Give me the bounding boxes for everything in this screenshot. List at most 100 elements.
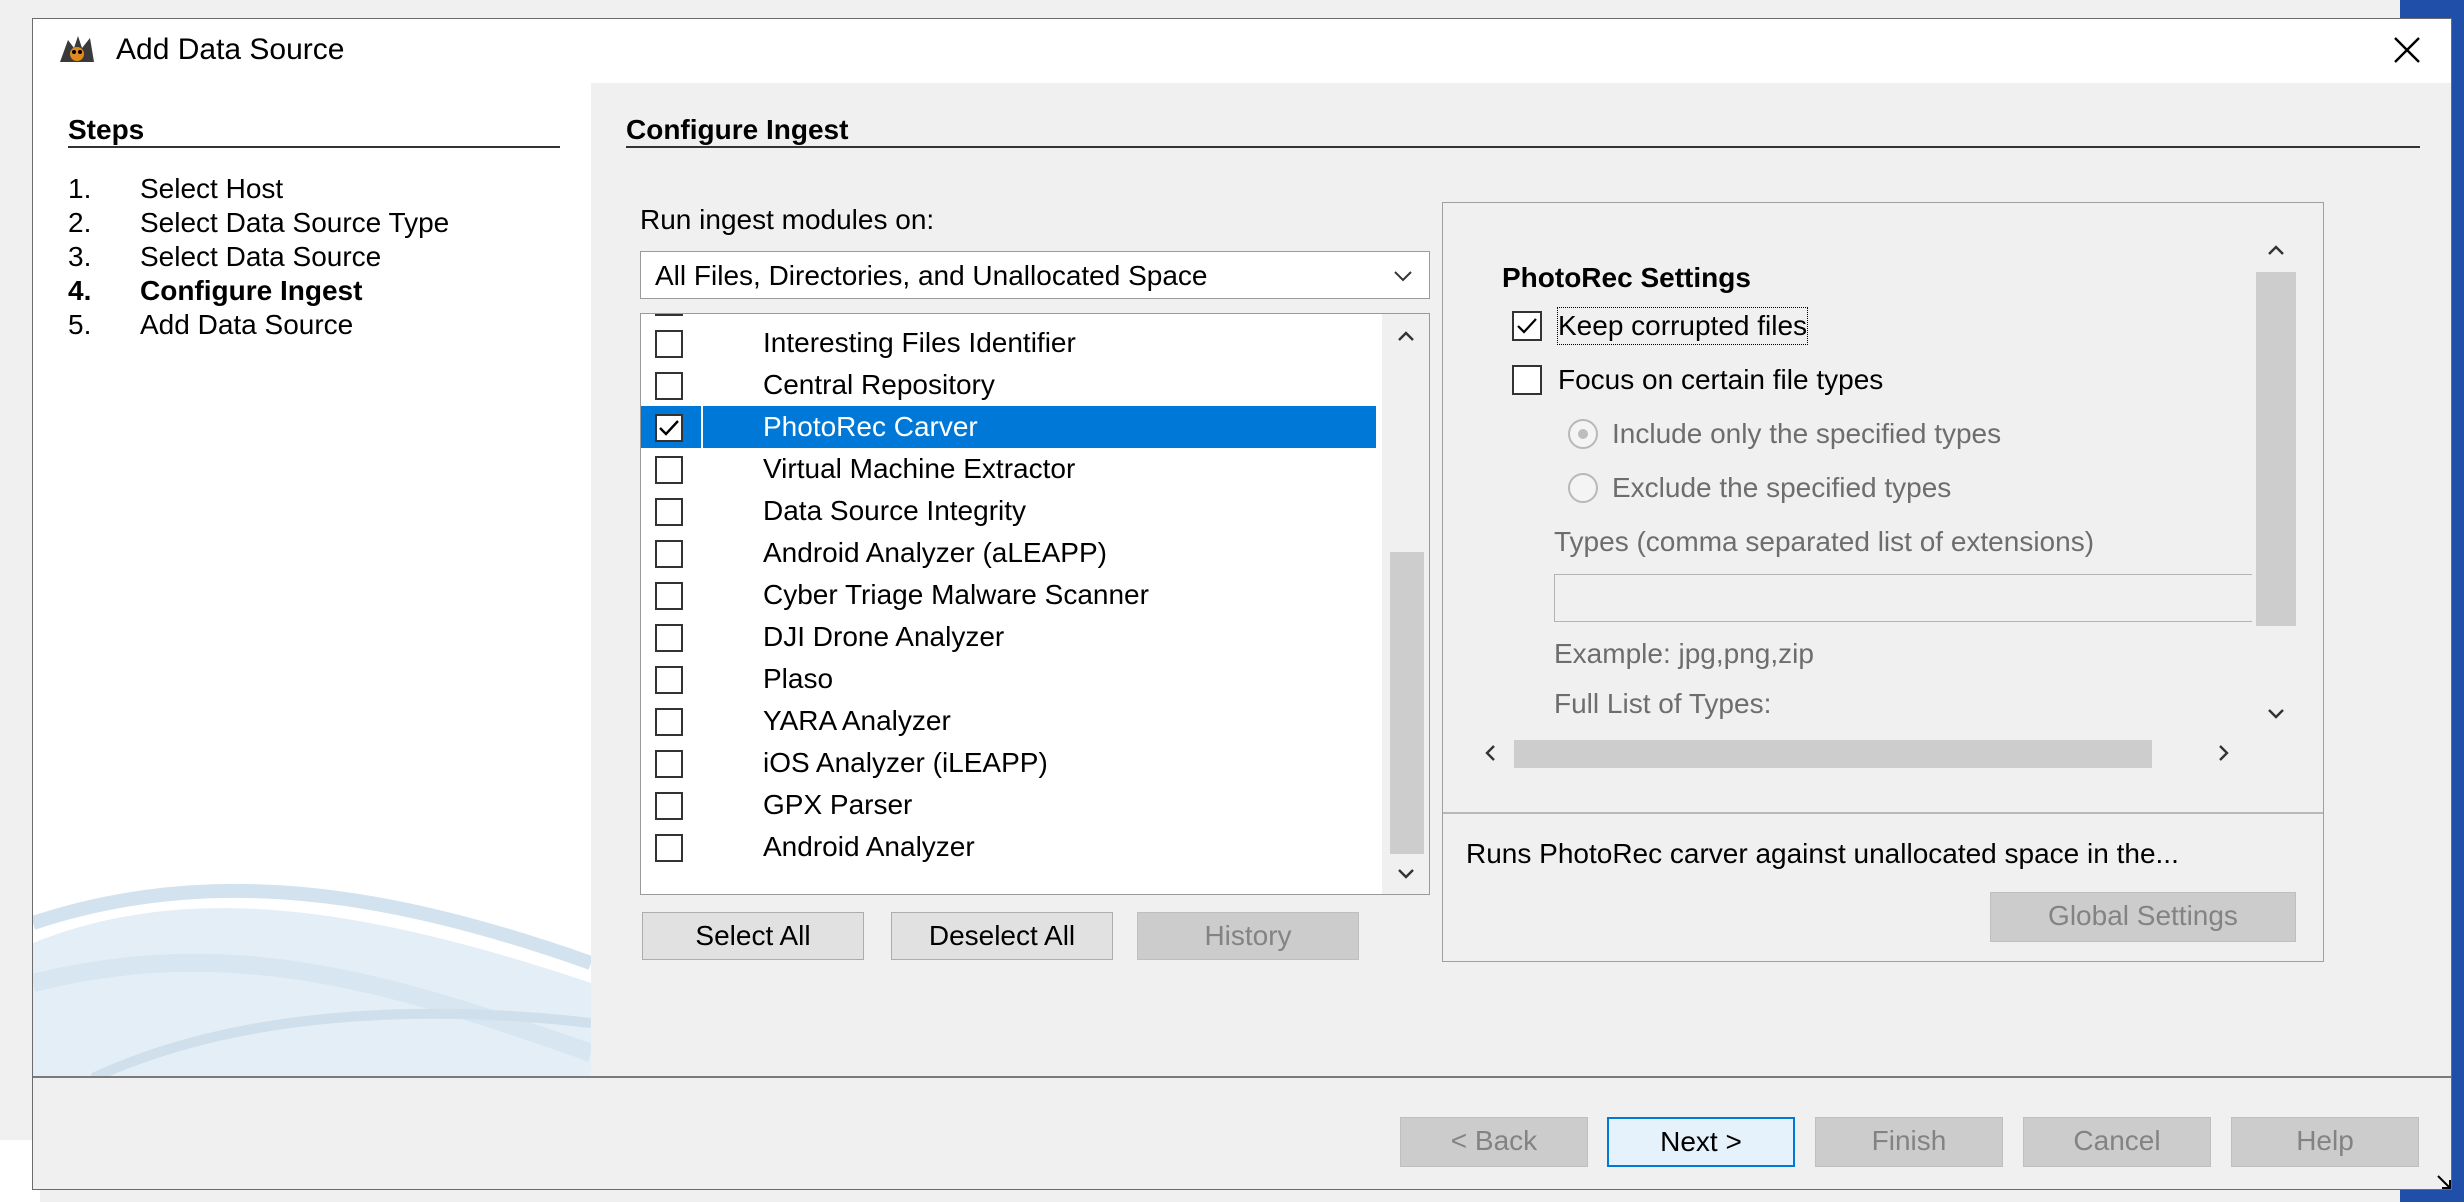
module-row[interactable]: Cyber Triage Malware Scanner (641, 574, 1376, 616)
module-row[interactable]: GPX Parser (641, 784, 1376, 826)
global-settings-button[interactable]: Global Settings (1990, 892, 2296, 942)
module-label: Android Analyzer (aLEAPP) (763, 537, 1107, 568)
resize-grip-icon[interactable] (2434, 1172, 2454, 1192)
module-checkbox[interactable] (655, 624, 683, 652)
module-checkbox[interactable] (655, 540, 683, 568)
module-checkbox[interactable] (655, 456, 683, 484)
module-checkbox[interactable] (655, 750, 683, 778)
include-only-label: Include only the specified types (1612, 418, 2002, 449)
module-checkbox[interactable] (655, 708, 683, 736)
step-number: 3. (68, 241, 92, 272)
types-input[interactable] (1554, 574, 2254, 622)
step-label: Add Data Source (140, 309, 354, 340)
chevron-down-icon (1394, 271, 1412, 282)
module-label: Plaso (763, 663, 834, 694)
module-checkbox[interactable] (655, 792, 683, 820)
module-label: YARA Analyzer (763, 705, 951, 736)
module-row[interactable]: iOS Analyzer (iLEAPP) (641, 742, 1376, 784)
module-row[interactable]: YARA Analyzer (641, 700, 1376, 742)
step-number: 4. (68, 275, 92, 306)
module-checkbox[interactable] (655, 582, 683, 610)
module-label: Interesting Files Identifier (763, 327, 1076, 358)
module-row[interactable]: Central Repository (641, 364, 1376, 406)
steps-heading: Steps (68, 114, 145, 145)
scroll-right-icon[interactable] (2210, 739, 2238, 767)
module-row[interactable]: Android Analyzer (aLEAPP) (641, 532, 1376, 574)
history-button[interactable]: History (1137, 912, 1359, 960)
list-item-partial (641, 314, 1376, 322)
scrollbar-thumb[interactable] (1390, 552, 1424, 854)
window-title: Add Data Source (116, 33, 345, 66)
scrollbar-thumb[interactable] (2256, 272, 2296, 626)
module-checkbox[interactable] (655, 372, 683, 400)
module-checkbox (655, 314, 683, 316)
module-label: iOS Analyzer (iLEAPP) (763, 747, 1048, 778)
module-row[interactable]: DJI Drone Analyzer (641, 616, 1376, 658)
module-label: GPX Parser (763, 789, 913, 820)
scroll-up-icon[interactable] (2262, 236, 2290, 264)
close-button[interactable] (2370, 22, 2444, 78)
keep-corrupted-checkbox[interactable] (1512, 311, 1542, 341)
module-checkbox[interactable] (655, 666, 683, 694)
module-label: Data Source Integrity (763, 495, 1027, 526)
title-bar (33, 19, 2451, 83)
keep-corrupted-label[interactable]: Keep corrupted files (1556, 307, 1809, 345)
exclude-radio[interactable] (1568, 473, 1598, 503)
radio-dot (1578, 429, 1588, 439)
module-checkbox[interactable] (655, 834, 683, 862)
back-button[interactable]: < Back (1400, 1117, 1588, 1167)
step-select-host: 1. Select Host (68, 172, 283, 206)
selection-focus-edge (701, 406, 703, 448)
step-number: 1. (68, 173, 92, 204)
autopsy-app-icon (56, 32, 98, 68)
module-row[interactable]: Virtual Machine Extractor (641, 448, 1376, 490)
step-number: 2. (68, 207, 92, 238)
module-row-selected[interactable]: PhotoRec Carver (641, 406, 1376, 448)
module-list-scrollbar[interactable] (1382, 314, 1429, 894)
step-label: Select Data Source Type (140, 207, 450, 238)
checkmark-icon (1517, 318, 1537, 334)
configure-ingest-heading: Configure Ingest (626, 114, 849, 145)
run-ingest-on-dropdown[interactable]: All Files, Directories, and Unallocated … (640, 251, 1430, 299)
select-all-button[interactable]: Select All (642, 912, 864, 960)
types-label: Types (comma separated list of extension… (1554, 526, 2095, 557)
run-ingest-on-label: Run ingest modules on: (640, 204, 935, 235)
scrollbar-thumb[interactable] (1514, 740, 2152, 768)
deselect-all-button[interactable]: Deselect All (891, 912, 1113, 960)
step-label: Configure Ingest (140, 275, 363, 306)
finish-button[interactable]: Finish (1815, 1117, 2003, 1167)
settings-divider (1443, 812, 2323, 814)
types-example: Example: jpg,png,zip (1554, 638, 1814, 669)
step-number: 5. (68, 309, 92, 340)
step-add-data-source: 5. Add Data Source (68, 308, 353, 342)
step-select-data-source-type: 2. Select Data Source Type (68, 206, 449, 240)
photorec-settings-title: PhotoRec Settings (1502, 262, 1751, 293)
settings-horizontal-scrollbar[interactable] (1466, 736, 2252, 770)
step-configure-ingest: 4. Configure Ingest (68, 274, 362, 308)
step-select-data-source: 3. Select Data Source (68, 240, 381, 274)
focus-file-types-label[interactable]: Focus on certain file types (1558, 362, 1883, 398)
focus-file-types-checkbox[interactable] (1512, 365, 1542, 395)
ingest-module-list[interactable]: Interesting Files Identifier Central Rep… (640, 313, 1430, 895)
module-checkbox-checked[interactable] (655, 414, 683, 442)
scroll-left-icon[interactable] (1476, 739, 1504, 767)
module-label: DJI Drone Analyzer (763, 621, 1005, 652)
scroll-down-icon[interactable] (2262, 700, 2290, 728)
exclude-label: Exclude the specified types (1612, 472, 1952, 503)
module-description: Runs PhotoRec carver against unallocated… (1466, 838, 2179, 869)
module-checkbox[interactable] (655, 330, 683, 358)
module-row[interactable]: Android Analyzer (641, 826, 1376, 868)
module-row[interactable]: Interesting Files Identifier (641, 322, 1376, 364)
module-row[interactable]: Plaso (641, 658, 1376, 700)
next-button[interactable]: Next > (1607, 1117, 1795, 1167)
help-button[interactable]: Help (2231, 1117, 2419, 1167)
settings-vertical-scrollbar[interactable] (2252, 230, 2298, 736)
module-label: Central Repository (763, 369, 995, 400)
module-row[interactable]: Data Source Integrity (641, 490, 1376, 532)
scroll-up-icon[interactable] (1392, 322, 1420, 350)
footer-divider (33, 1076, 2451, 1078)
scroll-down-icon[interactable] (1392, 860, 1420, 888)
include-only-radio[interactable] (1568, 419, 1598, 449)
cancel-button[interactable]: Cancel (2023, 1117, 2211, 1167)
module-checkbox[interactable] (655, 498, 683, 526)
